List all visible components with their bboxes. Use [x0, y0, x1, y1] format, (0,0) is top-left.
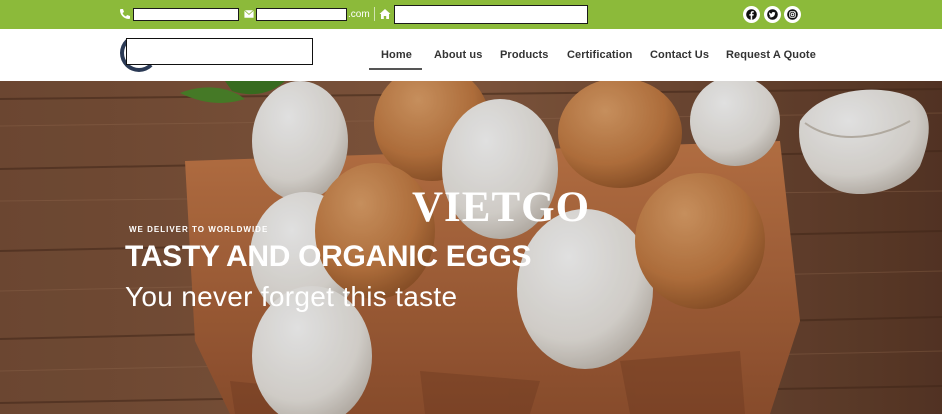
nav-about-us[interactable]: About us	[434, 49, 482, 61]
hero-subline: You never forget this taste	[125, 281, 458, 312]
nav-contact-us[interactable]: Contact Us	[650, 49, 709, 61]
envelope-icon	[244, 9, 254, 18]
phone-icon	[120, 9, 130, 19]
instagram-icon	[787, 9, 798, 20]
email-redacted[interactable]	[256, 8, 347, 21]
facebook-icon	[746, 9, 757, 20]
hero-headline: TASTY AND ORGANIC EGGS	[125, 240, 532, 273]
hero-kicker: WE DELIVER TO WORLDWIDE	[129, 225, 269, 234]
home-icon	[379, 9, 391, 19]
top-bar: .com	[0, 0, 942, 29]
hero-banner: VIETGO WE DELIVER TO WORLDWIDE TASTY AND…	[0, 81, 942, 414]
vietgo-watermark: VIETGO	[412, 184, 591, 231]
phone-number-redacted[interactable]	[133, 8, 239, 21]
nav-request-quote[interactable]: Request A Quote	[726, 49, 816, 61]
email-suffix: .com	[348, 9, 370, 20]
twitter-icon	[767, 9, 778, 20]
address-redacted	[394, 5, 588, 24]
twitter-link[interactable]	[764, 6, 781, 23]
facebook-link[interactable]	[743, 6, 760, 23]
main-navbar: Home About us Products Certification Con…	[0, 29, 942, 81]
nav-home[interactable]: Home	[381, 49, 412, 61]
topbar-divider	[374, 7, 375, 21]
nav-products[interactable]: Products	[500, 49, 548, 61]
nav-active-indicator	[369, 68, 422, 70]
nav-certification[interactable]: Certification	[567, 49, 632, 61]
instagram-link[interactable]	[784, 6, 801, 23]
logo-redacted[interactable]	[126, 38, 313, 65]
